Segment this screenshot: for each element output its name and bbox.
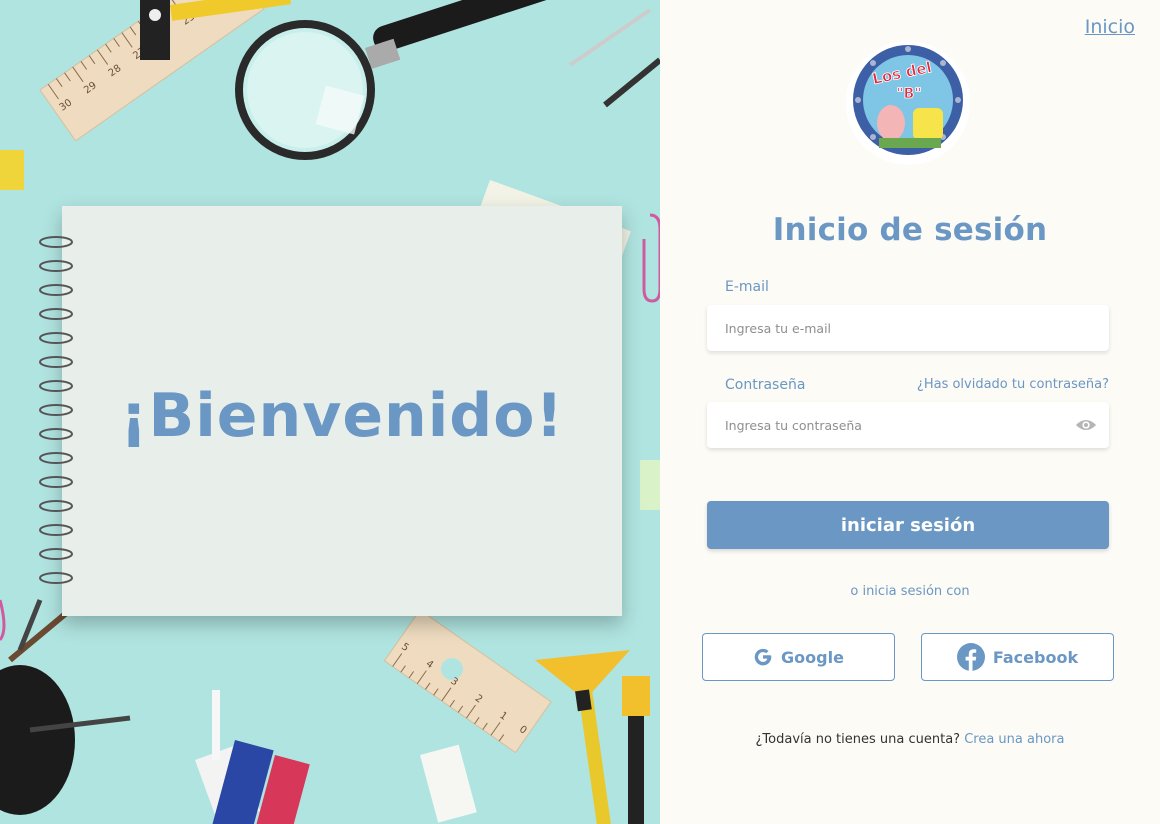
facebook-icon <box>956 643 985 671</box>
login-panel: Inicio Los del "B" Inicio de sesión E-ma… <box>660 0 1160 824</box>
email-field[interactable] <box>707 305 1055 351</box>
welcome-heading: ¡Bienvenido! <box>120 381 564 451</box>
paint-tubes-illustration <box>194 690 477 824</box>
email-field-container <box>707 305 1109 351</box>
paintbrush-illustration <box>535 650 650 824</box>
home-link[interactable]: Inicio <box>1085 16 1135 38</box>
magnifier-illustration <box>235 0 604 160</box>
facebook-login-button[interactable]: Facebook <box>921 633 1114 681</box>
svg-text:"B": "B" <box>896 86 921 102</box>
hero-illustration: 30 29 28 27 26 25 <box>0 0 660 824</box>
google-label: Google <box>781 647 844 667</box>
password-field-container <box>707 402 1109 448</box>
password-field[interactable] <box>707 402 1055 448</box>
facebook-label: Facebook <box>992 647 1079 667</box>
brush-cup-illustration <box>0 582 131 815</box>
google-icon <box>754 648 772 666</box>
signup-question: ¿Todavía no tienes una cuenta? <box>755 732 961 747</box>
form-title: Inicio de sesión <box>772 212 1048 248</box>
ruler-bottom-illustration: 5 4 3 2 1 0 <box>383 609 552 754</box>
brand-logo: Los del "B" <box>846 41 970 165</box>
alt-login-text: o inicia sesión con <box>850 584 970 599</box>
signup-link[interactable]: Crea una ahora <box>964 732 1064 747</box>
forgot-password-link[interactable]: ¿Has olvidado tu contraseña? <box>917 377 1109 392</box>
notebook-illustration: ¡Bienvenido! <box>39 206 622 616</box>
email-label: E-mail <box>725 279 769 295</box>
eye-icon[interactable] <box>1075 416 1097 434</box>
password-label: Contraseña <box>725 377 806 393</box>
signup-prompt: ¿Todavía no tienes una cuenta? Crea una … <box>660 732 1160 747</box>
google-login-button[interactable]: Google <box>702 633 895 681</box>
login-button[interactable]: iniciar sesión <box>707 501 1109 549</box>
